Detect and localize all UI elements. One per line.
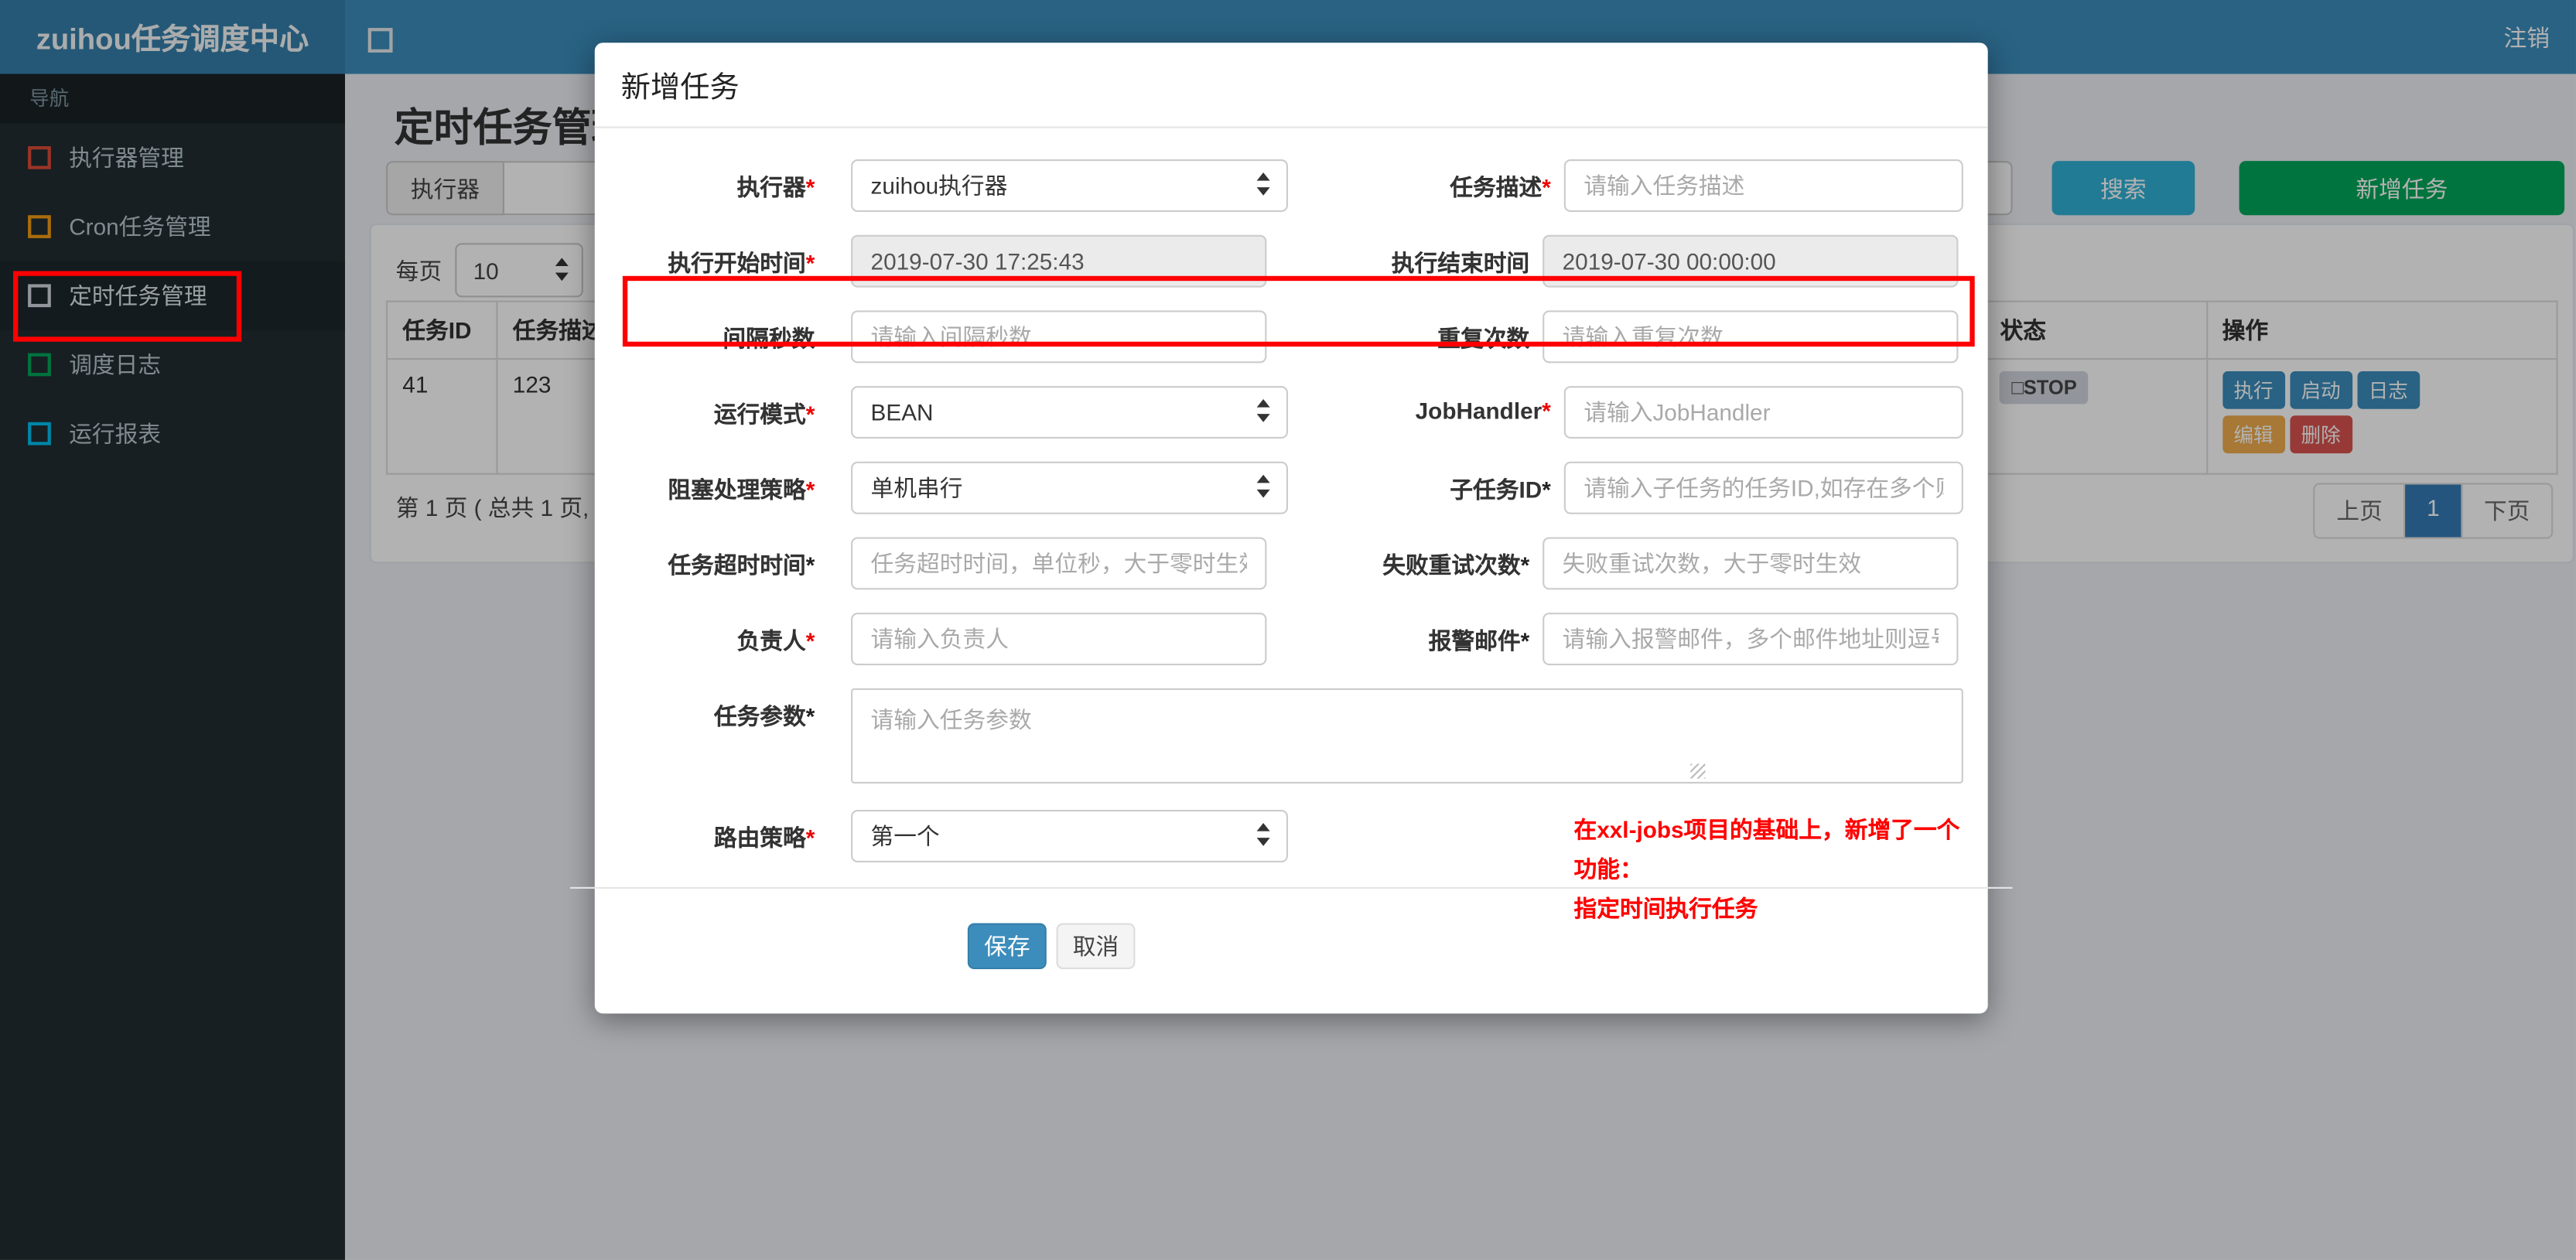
feature-note: 在xxl-jobs项目的基础上，新增了一个功能： 指定时间执行任务	[1573, 816, 1960, 922]
executor-label: 执行器*	[736, 174, 815, 201]
select-arrows-icon	[1256, 172, 1272, 199]
route-strategy-label: 路由策略*	[713, 825, 815, 852]
resize-grip-icon[interactable]	[1690, 763, 1706, 779]
end-time-label: 执行结束时间	[1391, 249, 1530, 276]
retry-count-input[interactable]	[1543, 537, 1959, 590]
select-arrows-icon	[1256, 474, 1272, 501]
modal-title: 新增任务	[594, 43, 1988, 128]
timeout-label: 任务超时时间*	[668, 551, 815, 579]
run-mode-select[interactable]: BEAN	[851, 386, 1288, 439]
annotation-box-dates	[622, 275, 1975, 347]
block-strategy-select[interactable]: 单机串行	[851, 461, 1288, 514]
child-job-id-input[interactable]	[1563, 461, 1963, 514]
child-job-id-label: 子任务ID*	[1450, 476, 1551, 503]
route-strategy-select[interactable]: 第一个	[851, 809, 1288, 862]
add-task-modal: 新增任务 执行器* zuihou执行器 任务描述* 执行开始时间* 执行结束时间	[569, 43, 2013, 1014]
executor-select[interactable]: zuihou执行器	[851, 159, 1288, 212]
app-root: zuihou任务调度中心 注销 导航 执行器管理 Cron任务管理 定时任务管理…	[0, 0, 2576, 1260]
cancel-button[interactable]: 取消	[1056, 923, 1136, 969]
task-desc-input[interactable]	[1563, 159, 1963, 212]
modal-body: 执行器* zuihou执行器 任务描述* 执行开始时间* 执行结束时间 间隔秒数	[595, 128, 1988, 921]
job-param-label: 任务参数*	[713, 702, 815, 729]
jobhandler-input[interactable]	[1563, 386, 1963, 439]
timeout-input[interactable]	[851, 537, 1267, 590]
alarm-email-label: 报警邮件*	[1428, 627, 1530, 654]
alarm-email-input[interactable]	[1543, 613, 1959, 666]
block-strategy-label: 阻塞处理策略*	[668, 476, 815, 503]
annotation-box-sidebar	[12, 271, 242, 342]
select-arrows-icon	[1256, 822, 1272, 849]
owner-label: 负责人*	[736, 627, 815, 654]
owner-input[interactable]	[851, 613, 1267, 666]
task-desc-label: 任务描述*	[1450, 174, 1551, 201]
run-mode-label: 运行模式*	[713, 401, 815, 428]
save-button[interactable]: 保存	[967, 923, 1047, 969]
jobhandler-label: JobHandler*	[1415, 397, 1551, 424]
start-time-label: 执行开始时间*	[668, 249, 815, 276]
select-arrows-icon	[1256, 399, 1272, 425]
job-param-textarea[interactable]	[851, 688, 1963, 784]
retry-count-label: 失败重试次数*	[1382, 551, 1530, 579]
